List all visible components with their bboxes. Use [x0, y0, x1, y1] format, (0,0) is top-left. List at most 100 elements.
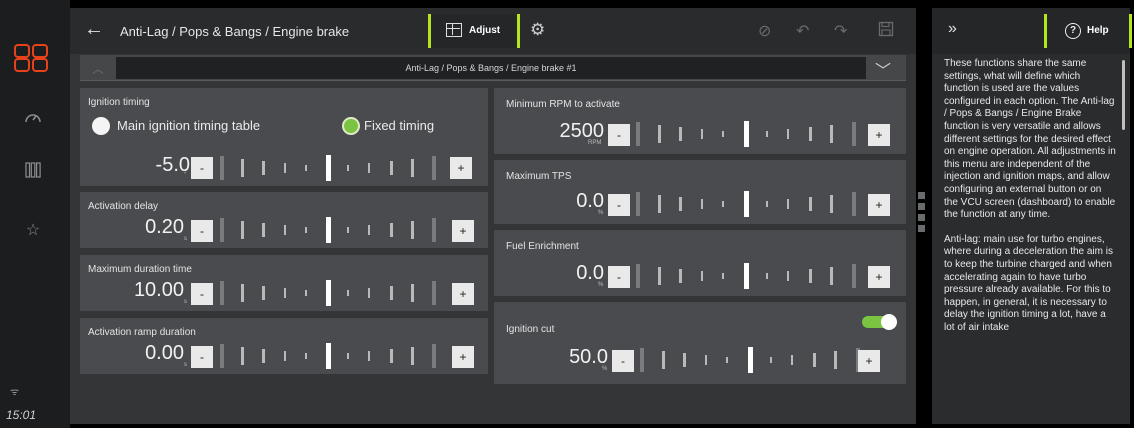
- radio-main-ignition-table[interactable]: [92, 117, 110, 135]
- slider-tick: [347, 227, 350, 233]
- undo-icon[interactable]: ↶: [796, 21, 809, 41]
- slider-tick: [283, 351, 286, 361]
- ignition-timing-minus-button[interactable]: -: [191, 157, 213, 179]
- slider-tick: [368, 288, 371, 298]
- ramp-duration-minus-button[interactable]: -: [191, 346, 213, 368]
- ignition-cut-label: Ignition cut: [506, 324, 555, 335]
- fuel-enrichment-slider[interactable]: [634, 262, 860, 290]
- slider-tick: [432, 156, 436, 180]
- slider-tick: [304, 290, 307, 296]
- slider-tick: [679, 127, 683, 141]
- max-tps-minus-button[interactable]: -: [608, 194, 630, 216]
- fuel-enrichment-value[interactable]: 0.0: [514, 262, 604, 285]
- slider-tick: [787, 129, 790, 139]
- redo-icon[interactable]: ↷: [834, 21, 847, 41]
- max-duration-value[interactable]: 10.00: [94, 279, 184, 302]
- min-rpm-plus-button[interactable]: +: [868, 124, 890, 146]
- max-tps-value[interactable]: 0.0: [514, 190, 604, 213]
- slider-tick: [347, 353, 350, 359]
- slider-tick: [787, 271, 790, 281]
- slider-tick: [640, 348, 644, 372]
- slider-tick: [808, 127, 812, 141]
- gear-icon[interactable]: ⚙: [530, 20, 545, 40]
- ignition-cut-slider[interactable]: [638, 346, 864, 374]
- slider-tick: [283, 288, 286, 298]
- radio-fixed-timing[interactable]: [342, 117, 360, 135]
- columns-icon[interactable]: [23, 160, 43, 180]
- ramp-duration-value[interactable]: 0.00: [94, 342, 184, 365]
- app-logo-icon[interactable]: [14, 44, 48, 72]
- ignition-cut-value[interactable]: 50.0: [518, 346, 608, 369]
- slider-tick: [241, 347, 245, 365]
- slider-tick: [700, 199, 703, 209]
- slider-tick: [787, 199, 790, 209]
- max-tps-plus-button[interactable]: +: [868, 194, 890, 216]
- slider-tick: [830, 267, 834, 285]
- slider-tick: [389, 286, 393, 300]
- fuel-enrichment-minus-button[interactable]: -: [608, 266, 630, 288]
- min-rpm-slider[interactable]: [634, 120, 860, 148]
- slider-tick: [347, 165, 350, 171]
- activation-delay-unit: s: [184, 236, 187, 242]
- panel-divider-handle[interactable]: [918, 192, 925, 236]
- selector-field[interactable]: Anti-Lag / Pops & Bangs / Engine brake #…: [116, 57, 866, 79]
- left-rail: ☆ ᯤ 15:01: [0, 0, 70, 428]
- back-arrow-icon[interactable]: ←: [84, 18, 104, 41]
- activation-delay-minus-button[interactable]: -: [191, 220, 213, 242]
- chevron-up-icon[interactable]: ︿: [92, 60, 104, 77]
- slider-tick: [304, 227, 307, 233]
- slider-tick: [262, 161, 266, 175]
- max-tps-slider[interactable]: [634, 190, 860, 218]
- slider-tick: [410, 221, 414, 239]
- ramp-duration-slider[interactable]: [218, 342, 440, 370]
- activation-delay-plus-button[interactable]: +: [452, 220, 474, 242]
- help-paragraph-2: Anti-lag: main use for turbo engines, wh…: [944, 233, 1113, 333]
- slider-tick: [304, 165, 307, 171]
- max-duration-plus-button[interactable]: +: [452, 283, 474, 305]
- slider-tick: [657, 267, 661, 285]
- ramp-duration-plus-button[interactable]: +: [452, 346, 474, 368]
- min-rpm-minus-button[interactable]: -: [608, 124, 630, 146]
- slider-tick: [410, 347, 414, 365]
- tab-adjust[interactable]: Adjust: [428, 14, 520, 48]
- disable-icon[interactable]: ⊘: [758, 21, 771, 41]
- ignition-timing-slider[interactable]: [218, 154, 440, 182]
- slider-tick: [722, 131, 725, 137]
- help-scrollbar[interactable]: [1122, 60, 1125, 130]
- ignition-timing-value[interactable]: -5.0: [100, 154, 190, 177]
- save-icon[interactable]: [878, 21, 894, 37]
- activation-delay-slider[interactable]: [218, 216, 440, 244]
- slider-tick: [769, 357, 772, 363]
- activation-delay-value[interactable]: 0.20: [94, 216, 184, 239]
- ignition-cut-plus-button[interactable]: +: [858, 350, 880, 372]
- slider-tick: [241, 284, 245, 302]
- chevron-down-icon[interactable]: ﹀: [875, 57, 891, 81]
- slider-tick: [679, 269, 683, 283]
- slider-tick: [765, 201, 768, 207]
- double-chevron-right-icon[interactable]: »: [948, 20, 957, 38]
- slider-tick: [241, 159, 245, 177]
- ignition-timing-plus-button[interactable]: +: [450, 157, 472, 179]
- slider-tick: [283, 225, 286, 235]
- min-rpm-label: Minimum RPM to activate: [506, 99, 620, 110]
- slider-tick: [410, 159, 414, 177]
- fuel-enrichment-plus-button[interactable]: +: [868, 266, 890, 288]
- ramp-duration-card: Activation ramp duration 0.00 s - +: [80, 318, 488, 374]
- max-duration-slider[interactable]: [218, 279, 440, 307]
- slider-tick: [262, 223, 266, 237]
- gauge-icon[interactable]: [23, 108, 43, 128]
- slider-tick: [241, 221, 245, 239]
- slider-tick: [744, 263, 749, 289]
- min-rpm-card: Minimum RPM to activate 2500 RPM - +: [494, 88, 906, 154]
- configuration-selector[interactable]: ︿ Anti-Lag / Pops & Bangs / Engine brake…: [80, 55, 906, 81]
- slider-tick: [262, 349, 266, 363]
- max-duration-minus-button[interactable]: -: [191, 283, 213, 305]
- tab-help[interactable]: ? Help: [1044, 14, 1132, 48]
- question-icon: ?: [1065, 23, 1081, 39]
- tab-help-label: Help: [1087, 25, 1109, 36]
- ignition-cut-toggle[interactable]: [862, 314, 897, 330]
- ignition-cut-minus-button[interactable]: -: [612, 350, 634, 372]
- star-icon[interactable]: ☆: [23, 220, 43, 240]
- help-paragraph-1: These functions share the same settings,…: [944, 58, 1116, 221]
- help-bar: » ? Help: [932, 8, 1132, 54]
